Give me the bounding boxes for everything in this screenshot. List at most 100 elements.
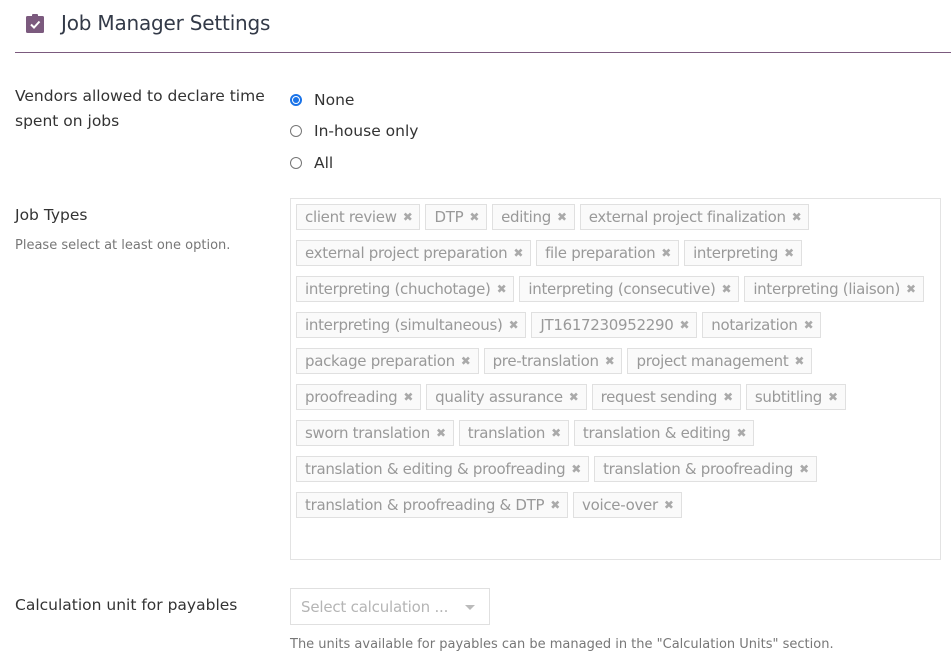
- remove-tag-icon[interactable]: ✖: [469, 210, 479, 224]
- remove-tag-icon[interactable]: ✖: [722, 282, 732, 296]
- tag-label: subtitling: [754, 388, 823, 406]
- remove-tag-icon[interactable]: ✖: [723, 390, 733, 404]
- remove-tag-icon[interactable]: ✖: [792, 210, 802, 224]
- tag-label: file preparation: [545, 244, 656, 262]
- job-type-tag: proofreading ✖: [296, 384, 422, 410]
- job-type-tag: pre-translation ✖: [483, 348, 623, 374]
- job-types-help: Please select at least one option.: [15, 238, 231, 253]
- remove-tag-icon[interactable]: ✖: [736, 426, 746, 440]
- vendors-time-label: Vendors allowed to declare time spent on…: [15, 87, 265, 130]
- remove-tag-icon[interactable]: ✖: [799, 462, 809, 476]
- job-type-tag: sworn translation ✖: [296, 420, 454, 446]
- remove-tag-icon[interactable]: ✖: [784, 246, 794, 260]
- clipboard-check-icon: [26, 14, 44, 33]
- job-type-tag: interpreting (simultaneous) ✖: [296, 312, 527, 338]
- job-type-tag: interpreting ✖: [684, 240, 802, 266]
- tag-label: JT1617230952290: [540, 316, 674, 334]
- job-type-tag: translation & editing & proofreading ✖: [296, 456, 590, 482]
- tag-label: DTP: [434, 208, 464, 226]
- remove-tag-icon[interactable]: ✖: [497, 282, 507, 296]
- radio-label: All: [314, 153, 334, 172]
- remove-tag-icon[interactable]: ✖: [680, 318, 690, 332]
- remove-tag-icon[interactable]: ✖: [551, 426, 561, 440]
- job-type-tag: notarization ✖: [702, 312, 822, 338]
- tag-label: external project preparation: [305, 244, 508, 262]
- calc-unit-label: Calculation unit for payables: [15, 596, 238, 614]
- radio-option-none[interactable]: None: [290, 84, 418, 116]
- remove-tag-icon[interactable]: ✖: [550, 498, 560, 512]
- job-type-tag: package preparation ✖: [296, 348, 479, 374]
- calc-unit-help: The units available for payables can be …: [290, 637, 834, 652]
- radio-option-all[interactable]: All: [290, 147, 418, 179]
- job-type-tag: client review ✖: [296, 204, 421, 230]
- job-type-tag: subtitling ✖: [745, 384, 846, 410]
- job-type-tag: external project finalization ✖: [579, 204, 810, 230]
- remove-tag-icon[interactable]: ✖: [509, 318, 519, 332]
- job-type-tag: interpreting (consecutive) ✖: [519, 276, 740, 302]
- radio-button[interactable]: [290, 125, 302, 138]
- remove-tag-icon[interactable]: ✖: [605, 354, 615, 368]
- radio-label: In-house only: [314, 122, 419, 141]
- job-type-tag: interpreting (liaison) ✖: [744, 276, 924, 302]
- tag-list: client review ✖ DTP ✖ editing ✖ external proje…: [296, 204, 935, 528]
- job-type-tag: DTP ✖: [425, 204, 488, 230]
- page-header: Job Manager Settings: [15, 0, 951, 53]
- remove-tag-icon[interactable]: ✖: [794, 354, 804, 368]
- tag-label: interpreting: [693, 244, 779, 262]
- remove-tag-icon[interactable]: ✖: [664, 498, 674, 512]
- remove-tag-icon[interactable]: ✖: [571, 462, 581, 476]
- radio-option-in-house-only[interactable]: In-house only: [290, 116, 418, 148]
- tag-label: interpreting (simultaneous): [305, 316, 503, 334]
- job-type-tag: translation & proofreading ✖: [594, 456, 817, 482]
- remove-tag-icon[interactable]: ✖: [557, 210, 567, 224]
- job-type-tag: voice-over ✖: [573, 492, 682, 518]
- remove-tag-icon[interactable]: ✖: [436, 426, 446, 440]
- remove-tag-icon[interactable]: ✖: [804, 318, 814, 332]
- tag-label: pre-translation: [492, 352, 599, 370]
- job-type-tag: file preparation ✖: [536, 240, 680, 266]
- tag-label: interpreting (chuchotage): [305, 280, 491, 298]
- radio-label: None: [314, 90, 355, 109]
- job-type-tag: translation & editing ✖: [573, 420, 755, 446]
- remove-tag-icon[interactable]: ✖: [828, 390, 838, 404]
- job-type-tag: external project preparation ✖: [296, 240, 532, 266]
- job-type-tag: request sending ✖: [591, 384, 741, 410]
- tag-label: external project finalization: [588, 208, 786, 226]
- tag-label: sworn translation: [305, 424, 430, 442]
- tag-label: voice-over: [582, 496, 658, 514]
- select-placeholder: Select calculation ...: [301, 597, 449, 616]
- job-type-tag: project management ✖: [627, 348, 813, 374]
- tag-label: translation: [467, 424, 546, 442]
- tag-label: translation & proofreading & DTP: [305, 496, 545, 514]
- job-type-tag: JT1617230952290 ✖: [531, 312, 698, 338]
- chevron-down-icon: [465, 605, 475, 610]
- job-types-label: Job Types: [15, 206, 88, 224]
- radio-button[interactable]: [290, 156, 302, 169]
- tag-label: translation & proofreading: [603, 460, 794, 478]
- remove-tag-icon[interactable]: ✖: [403, 390, 413, 404]
- tag-label: interpreting (liaison): [753, 280, 900, 298]
- job-type-tag: translation ✖: [458, 420, 569, 446]
- tag-label: project management: [636, 352, 789, 370]
- tag-label: notarization: [711, 316, 798, 334]
- job-type-tag: interpreting (chuchotage) ✖: [296, 276, 515, 302]
- remove-tag-icon[interactable]: ✖: [461, 354, 471, 368]
- radio-button[interactable]: [290, 93, 302, 106]
- tag-label: editing: [501, 208, 551, 226]
- remove-tag-icon[interactable]: ✖: [661, 246, 671, 260]
- tag-label: client review: [305, 208, 397, 226]
- remove-tag-icon[interactable]: ✖: [513, 246, 523, 260]
- job-types-multiselect[interactable]: client review ✖ DTP ✖ editing ✖ external proje…: [290, 198, 941, 560]
- job-type-tag: translation & proofreading & DTP ✖: [296, 492, 569, 518]
- vendors-time-radio-group: None In-house only All: [290, 84, 418, 179]
- remove-tag-icon[interactable]: ✖: [906, 282, 916, 296]
- tag-label: package preparation: [305, 352, 455, 370]
- calc-unit-select[interactable]: Select calculation ...: [290, 588, 490, 625]
- tag-label: proofreading: [305, 388, 398, 406]
- tag-label: interpreting (consecutive): [528, 280, 716, 298]
- remove-tag-icon[interactable]: ✖: [569, 390, 579, 404]
- page-title: Job Manager Settings: [61, 11, 271, 35]
- remove-tag-icon[interactable]: ✖: [403, 210, 413, 224]
- job-type-tag: editing ✖: [492, 204, 575, 230]
- tag-label: translation & editing & proofreading: [305, 460, 566, 478]
